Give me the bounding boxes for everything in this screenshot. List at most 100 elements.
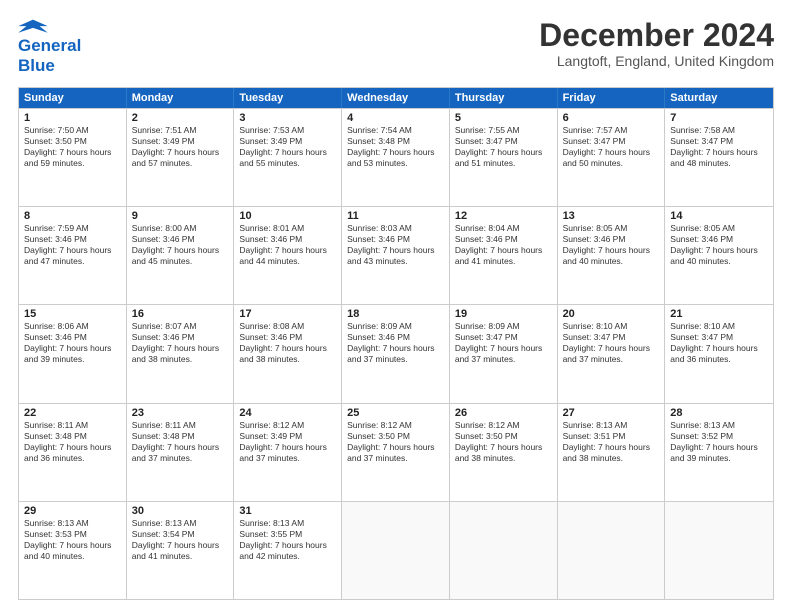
sunset-text: Sunset: 3:51 PM [563,431,660,442]
table-row: 5 Sunrise: 7:55 AM Sunset: 3:47 PM Dayli… [450,109,558,206]
day-number: 16 [132,308,229,320]
sunrise-text: Sunrise: 8:10 AM [563,321,660,332]
daylight-minutes: and 39 minutes. [24,354,121,365]
daylight-label: Daylight: 7 hours hours [239,147,336,158]
table-row: 19 Sunrise: 8:09 AM Sunset: 3:47 PM Dayl… [450,305,558,402]
header-wednesday: Wednesday [342,88,450,108]
sunrise-text: Sunrise: 8:05 AM [670,223,768,234]
sunrise-text: Sunrise: 7:50 AM [24,125,121,136]
title-block: December 2024 Langtoft, England, United … [539,18,774,69]
sunset-text: Sunset: 3:46 PM [24,332,121,343]
sunrise-text: Sunrise: 8:05 AM [563,223,660,234]
daylight-minutes: and 57 minutes. [132,158,229,169]
daylight-label: Daylight: 7 hours hours [347,245,444,256]
daylight-label: Daylight: 7 hours hours [563,343,660,354]
table-row [342,502,450,599]
daylight-label: Daylight: 7 hours hours [24,245,121,256]
sunrise-text: Sunrise: 7:57 AM [563,125,660,136]
table-row: 29 Sunrise: 8:13 AM Sunset: 3:53 PM Dayl… [19,502,127,599]
table-row: 23 Sunrise: 8:11 AM Sunset: 3:48 PM Dayl… [127,404,235,501]
sunrise-text: Sunrise: 7:53 AM [239,125,336,136]
daylight-minutes: and 59 minutes. [24,158,121,169]
table-row: 24 Sunrise: 8:12 AM Sunset: 3:49 PM Dayl… [234,404,342,501]
daylight-minutes: and 50 minutes. [563,158,660,169]
day-number: 2 [132,112,229,124]
table-row: 9 Sunrise: 8:00 AM Sunset: 3:46 PM Dayli… [127,207,235,304]
table-row: 18 Sunrise: 8:09 AM Sunset: 3:46 PM Dayl… [342,305,450,402]
sunset-text: Sunset: 3:47 PM [455,136,552,147]
sunrise-text: Sunrise: 7:59 AM [24,223,121,234]
daylight-minutes: and 40 minutes. [24,551,121,562]
sunrise-text: Sunrise: 8:01 AM [239,223,336,234]
table-row: 26 Sunrise: 8:12 AM Sunset: 3:50 PM Dayl… [450,404,558,501]
daylight-label: Daylight: 7 hours hours [455,147,552,158]
daylight-minutes: and 42 minutes. [239,551,336,562]
day-number: 8 [24,210,121,222]
sunset-text: Sunset: 3:46 PM [239,332,336,343]
sunset-text: Sunset: 3:46 PM [132,234,229,245]
daylight-minutes: and 41 minutes. [455,256,552,267]
calendar-row-1: 1 Sunrise: 7:50 AM Sunset: 3:50 PM Dayli… [19,108,773,206]
sunrise-text: Sunrise: 8:09 AM [455,321,552,332]
table-row: 12 Sunrise: 8:04 AM Sunset: 3:46 PM Dayl… [450,207,558,304]
sunrise-text: Sunrise: 8:10 AM [670,321,768,332]
daylight-minutes: and 45 minutes. [132,256,229,267]
daylight-label: Daylight: 7 hours hours [132,343,229,354]
sunset-text: Sunset: 3:47 PM [670,332,768,343]
day-number: 12 [455,210,552,222]
sunset-text: Sunset: 3:50 PM [24,136,121,147]
logo: General Blue [18,18,81,77]
sunset-text: Sunset: 3:46 PM [347,332,444,343]
day-number: 14 [670,210,768,222]
daylight-minutes: and 44 minutes. [239,256,336,267]
daylight-minutes: and 37 minutes. [239,453,336,464]
table-row: 4 Sunrise: 7:54 AM Sunset: 3:48 PM Dayli… [342,109,450,206]
table-row: 25 Sunrise: 8:12 AM Sunset: 3:50 PM Dayl… [342,404,450,501]
daylight-label: Daylight: 7 hours hours [347,442,444,453]
sunrise-text: Sunrise: 8:08 AM [239,321,336,332]
table-row: 28 Sunrise: 8:13 AM Sunset: 3:52 PM Dayl… [665,404,773,501]
daylight-label: Daylight: 7 hours hours [455,343,552,354]
sunset-text: Sunset: 3:54 PM [132,529,229,540]
sunrise-text: Sunrise: 8:13 AM [563,420,660,431]
daylight-label: Daylight: 7 hours hours [563,245,660,256]
header-friday: Friday [558,88,666,108]
sunset-text: Sunset: 3:55 PM [239,529,336,540]
calendar: Sunday Monday Tuesday Wednesday Thursday… [18,87,774,600]
table-row: 21 Sunrise: 8:10 AM Sunset: 3:47 PM Dayl… [665,305,773,402]
day-number: 25 [347,407,444,419]
table-row: 16 Sunrise: 8:07 AM Sunset: 3:46 PM Dayl… [127,305,235,402]
daylight-label: Daylight: 7 hours hours [24,343,121,354]
sunrise-text: Sunrise: 8:06 AM [24,321,121,332]
daylight-minutes: and 48 minutes. [670,158,768,169]
header-tuesday: Tuesday [234,88,342,108]
sunset-text: Sunset: 3:46 PM [24,234,121,245]
sunset-text: Sunset: 3:46 PM [132,332,229,343]
table-row: 1 Sunrise: 7:50 AM Sunset: 3:50 PM Dayli… [19,109,127,206]
sunrise-text: Sunrise: 7:58 AM [670,125,768,136]
daylight-minutes: and 38 minutes. [239,354,336,365]
calendar-body: 1 Sunrise: 7:50 AM Sunset: 3:50 PM Dayli… [19,108,773,599]
daylight-label: Daylight: 7 hours hours [347,343,444,354]
sunset-text: Sunset: 3:47 PM [670,136,768,147]
page: General Blue December 2024 Langtoft, Eng… [0,0,792,612]
sunrise-text: Sunrise: 8:09 AM [347,321,444,332]
day-number: 19 [455,308,552,320]
sunrise-text: Sunrise: 8:13 AM [132,518,229,529]
sunset-text: Sunset: 3:46 PM [239,234,336,245]
daylight-label: Daylight: 7 hours hours [132,442,229,453]
sunset-text: Sunset: 3:52 PM [670,431,768,442]
daylight-label: Daylight: 7 hours hours [24,442,121,453]
table-row: 2 Sunrise: 7:51 AM Sunset: 3:49 PM Dayli… [127,109,235,206]
daylight-label: Daylight: 7 hours hours [239,540,336,551]
daylight-minutes: and 47 minutes. [24,256,121,267]
table-row: 13 Sunrise: 8:05 AM Sunset: 3:46 PM Dayl… [558,207,666,304]
day-number: 21 [670,308,768,320]
day-number: 30 [132,505,229,517]
sunset-text: Sunset: 3:48 PM [24,431,121,442]
sunrise-text: Sunrise: 8:12 AM [455,420,552,431]
day-number: 18 [347,308,444,320]
daylight-minutes: and 41 minutes. [132,551,229,562]
calendar-header: Sunday Monday Tuesday Wednesday Thursday… [19,88,773,108]
calendar-row-2: 8 Sunrise: 7:59 AM Sunset: 3:46 PM Dayli… [19,206,773,304]
